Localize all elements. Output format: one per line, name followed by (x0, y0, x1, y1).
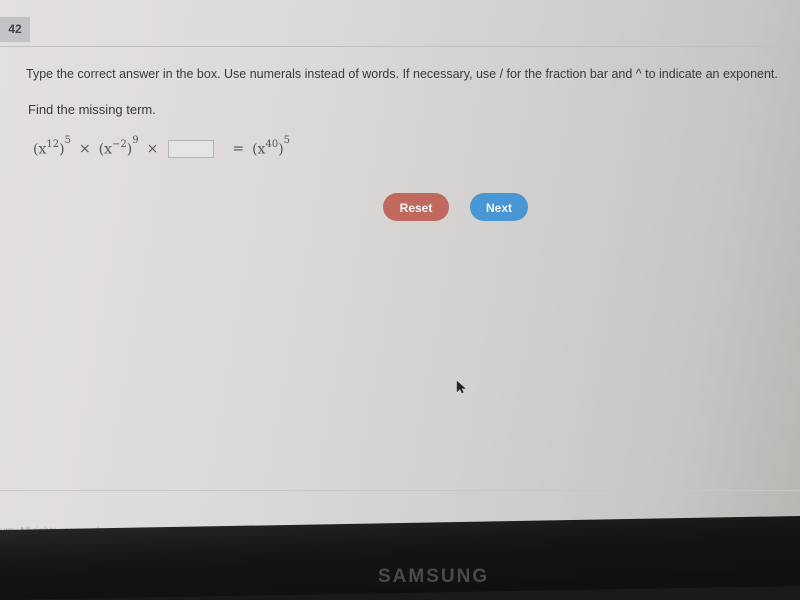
reset-button[interactable]: Reset (383, 193, 449, 221)
term-1-base: (x (33, 141, 47, 158)
footer-divider (0, 490, 800, 491)
term-2-inner-exponent: −2 (112, 139, 127, 151)
term-1-close: ) (59, 141, 65, 158)
rhs-base: (x (252, 141, 266, 158)
rhs-term: (x40)5 (252, 135, 290, 158)
answer-input[interactable] (168, 140, 215, 158)
question-prompt: Find the missing term. (28, 102, 156, 117)
term-2-outer-exponent: 9 (132, 135, 139, 147)
mouse-pointer-icon (456, 380, 466, 394)
equals-operator: = (232, 141, 245, 157)
rhs-outer-exponent: 5 (283, 135, 291, 147)
equation: (x12)5 × (x−2)9 × = (x40)5 (33, 135, 290, 158)
term-1-outer-exponent: 5 (64, 135, 71, 147)
question-header: 42 (0, 0, 800, 47)
rhs-inner-exponent: 40 (265, 139, 279, 151)
term-2: (x−2)9 (98, 135, 139, 158)
term-1-inner-exponent: 12 (46, 139, 60, 151)
times-operator: × (78, 141, 91, 157)
screen: 42 Type the correct answer in the box. U… (0, 0, 800, 540)
rhs-close: ) (278, 141, 284, 158)
term-1: (x12)5 (33, 135, 71, 158)
times-operator: × (146, 141, 159, 157)
question-number: 42 (0, 17, 30, 42)
term-2-base: (x (98, 141, 113, 158)
monitor-brand-logo: SAMSUNG (378, 566, 490, 587)
instructions-text: Type the correct answer in the box. Use … (26, 67, 778, 81)
next-button[interactable]: Next (470, 193, 528, 221)
